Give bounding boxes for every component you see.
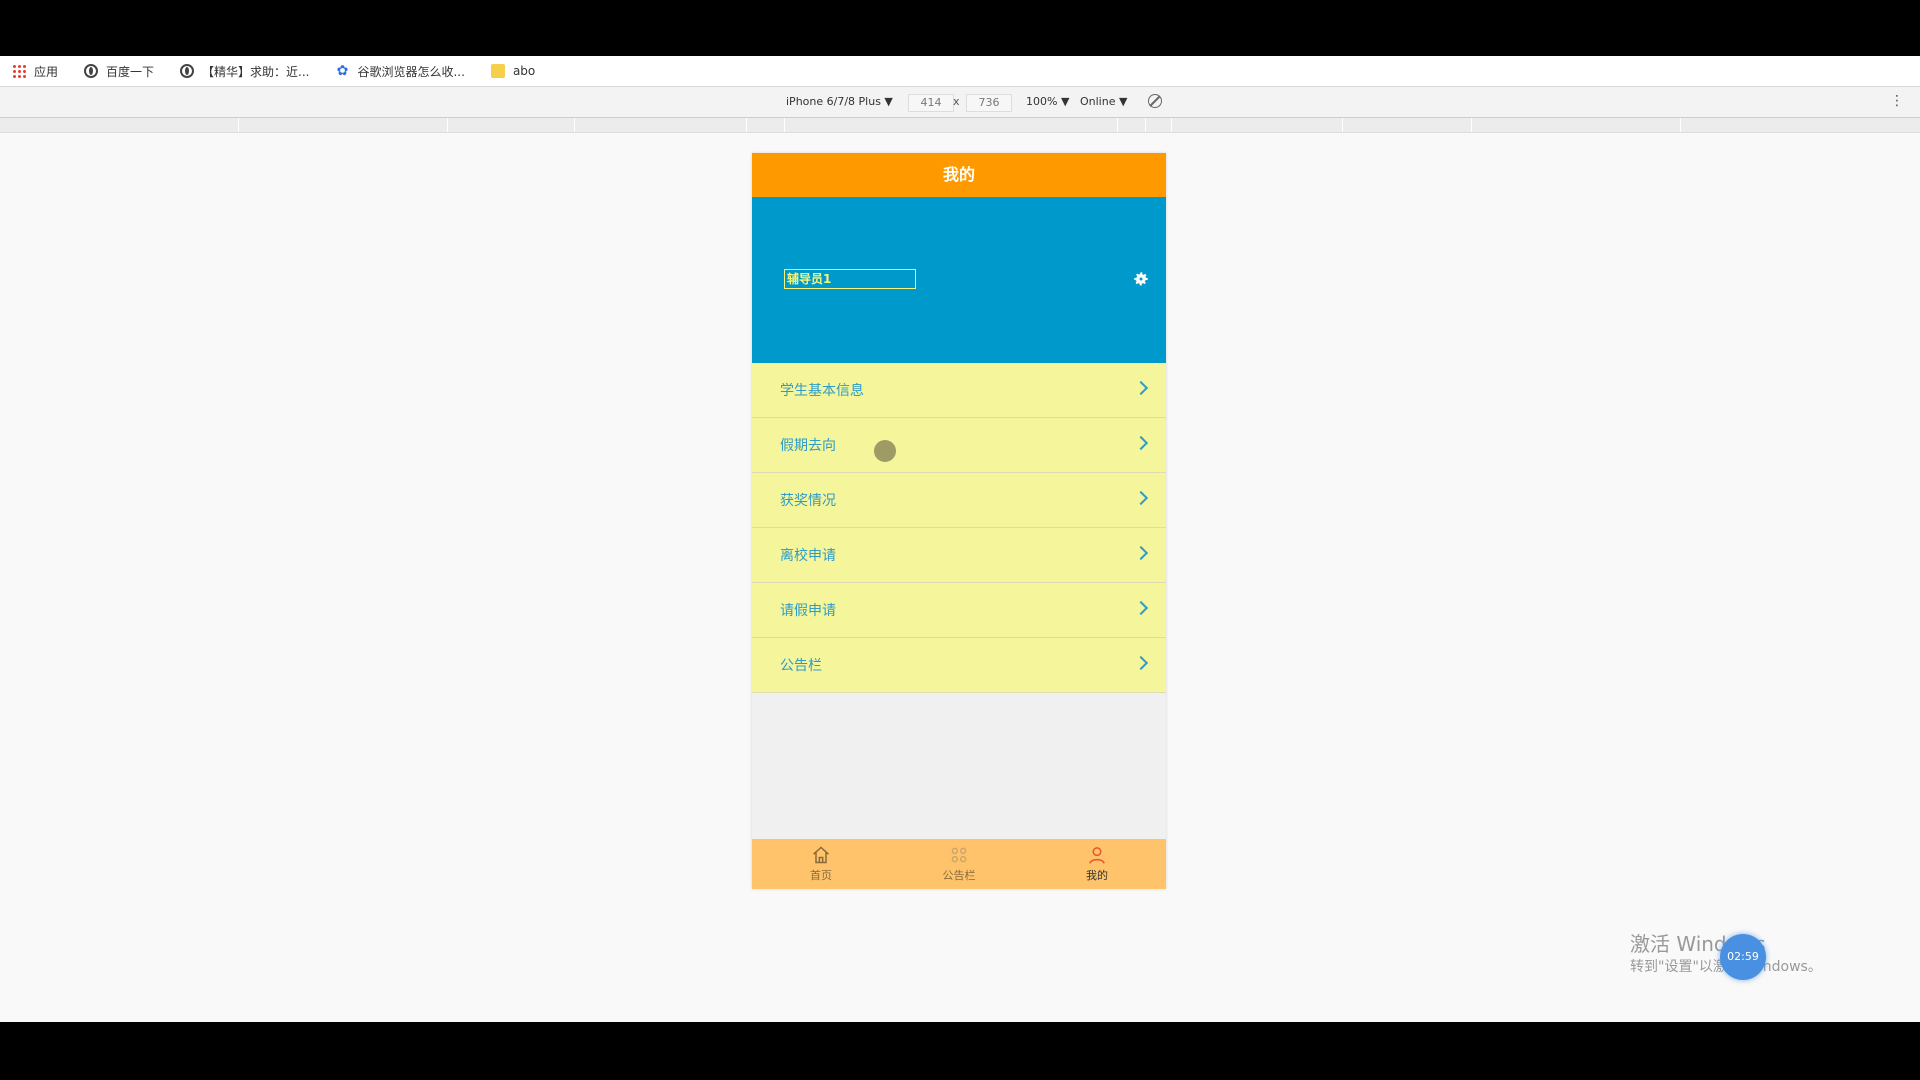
chevron-right-icon [1133, 435, 1149, 451]
apps-icon [12, 64, 26, 78]
network-select[interactable]: Online ▼ [1080, 95, 1127, 108]
tab-label: 公告栏 [942, 869, 976, 882]
bookmark-label: 应用 [34, 64, 59, 79]
user-icon [1089, 847, 1105, 864]
bulletin-icon [951, 847, 967, 863]
bookmark-apps[interactable]: 应用 [12, 63, 58, 80]
menu-item-label: 公告栏 [780, 658, 822, 674]
menu-item-student-info[interactable]: 学生基本信息 [752, 363, 1166, 418]
menu-item-label: 假期去向 [780, 438, 836, 454]
device-toolbar: iPhone 6/7/8 Plus ▼ 414 x 736 100% ▼ Onl… [0, 87, 1920, 118]
width-input[interactable]: 414 [908, 94, 954, 112]
chevron-right-icon [1133, 545, 1149, 561]
chevron-right-icon [1133, 600, 1149, 616]
menu-item-holiday-destination[interactable]: 假期去向 [752, 418, 1166, 473]
paw-icon: ✿ [336, 63, 349, 79]
menu-item-label: 学生基本信息 [780, 383, 864, 399]
touch-cursor [874, 440, 896, 462]
menu-item-leave-school[interactable]: 离校申请 [752, 528, 1166, 583]
menu-item-label: 请假申请 [780, 603, 836, 619]
more-options-icon[interactable]: ⋮ [1890, 94, 1904, 108]
chevron-right-icon [1133, 380, 1149, 396]
chevron-right-icon [1133, 655, 1149, 671]
dimension-separator: x [953, 95, 960, 108]
recording-timer[interactable]: 02:59 [1720, 934, 1766, 980]
zoom-select[interactable]: 100% ▼ [1026, 95, 1069, 108]
bookmarks-bar: 应用 百度一下 【精华】求助：近... ✿ 谷歌浏览器怎么收... abo [0, 56, 1920, 87]
home-icon [813, 846, 829, 864]
menu-item-leave-request[interactable]: 请假申请 [752, 583, 1166, 638]
bookmark-baidu[interactable]: 百度一下 [84, 63, 154, 80]
height-input[interactable]: 736 [966, 94, 1012, 112]
profile-banner: 辅导员1 [752, 197, 1166, 363]
bookmark-abo[interactable]: abo [490, 64, 536, 78]
globe-icon [84, 64, 99, 78]
menu-item-awards[interactable]: 获奖情况 [752, 473, 1166, 528]
tab-bulletin[interactable]: 公告栏 [890, 839, 1028, 889]
mobile-viewport: 我的 辅导员1 学生基本信息 假期去向 获奖情况 离校申请 请假申请 公告栏 首… [752, 153, 1166, 889]
rotate-icon[interactable] [1148, 94, 1162, 108]
browser-window: 应用 百度一下 【精华】求助：近... ✿ 谷歌浏览器怎么收... abo iP… [0, 56, 1920, 1022]
tab-bar: 首页 公告栏 我的 [752, 839, 1166, 889]
globe-icon [180, 64, 195, 78]
menu-item-bulletin[interactable]: 公告栏 [752, 638, 1166, 693]
tab-mine[interactable]: 我的 [1028, 839, 1166, 889]
bookmark-chrome[interactable]: ✿ 谷歌浏览器怎么收... [335, 63, 465, 80]
folder-icon [490, 64, 505, 78]
username-label: 辅导员1 [784, 269, 916, 289]
menu-list: 学生基本信息 假期去向 获奖情况 离校申请 请假申请 公告栏 [752, 363, 1166, 693]
chevron-right-icon [1133, 490, 1149, 506]
tab-label: 我的 [1086, 869, 1108, 882]
media-query-ruler [0, 118, 1920, 133]
page-title: 我的 [752, 153, 1166, 197]
menu-item-label: 离校申请 [780, 548, 836, 564]
tab-home[interactable]: 首页 [752, 839, 890, 889]
tab-label: 首页 [810, 869, 832, 882]
bookmark-label: 谷歌浏览器怎么收... [357, 64, 465, 79]
bookmark-label: 百度一下 [106, 64, 155, 79]
bookmark-help[interactable]: 【精华】求助：近... [180, 63, 309, 80]
device-select[interactable]: iPhone 6/7/8 Plus ▼ [786, 95, 893, 108]
bookmark-label: abo [512, 64, 536, 78]
gear-icon[interactable] [1132, 270, 1150, 288]
menu-item-label: 获奖情况 [780, 493, 836, 509]
bookmark-label: 【精华】求助：近... [202, 64, 310, 79]
